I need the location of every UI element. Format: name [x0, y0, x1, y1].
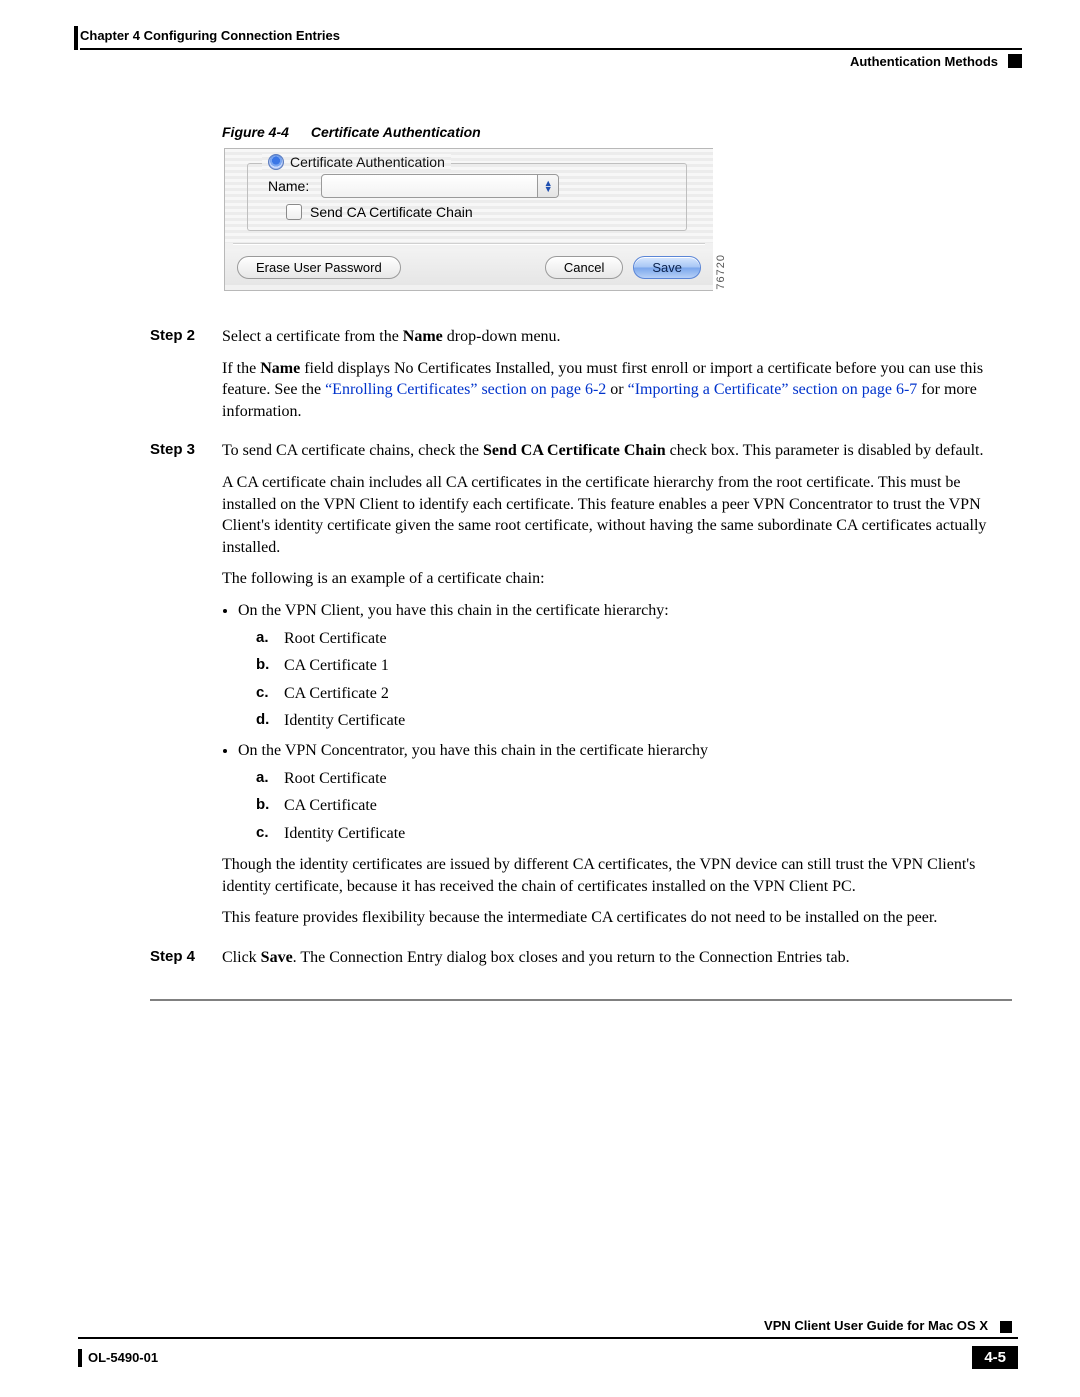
header-square-icon [1008, 54, 1022, 68]
step-3-p2: A CA certificate chain includes all CA c… [222, 472, 1012, 558]
list-item: On the VPN Concentrator, you have this c… [238, 740, 1012, 844]
step-4: Step 4 Click Save. The Connection Entry … [150, 947, 1012, 979]
figure-panel: Certificate Authentication Name: ▲▼ Send… [224, 148, 713, 291]
figure-id: 76720 [715, 254, 727, 290]
name-row: Name: ▲▼ [268, 174, 670, 198]
step-2: Step 2 Select a certificate from the Nam… [150, 326, 1012, 432]
header-chapter: Chapter 4 Configuring Connection Entries [80, 28, 340, 43]
figure-caption: Figure 4-4 Certificate Authentication [222, 124, 481, 140]
list-item: On the VPN Client, you have this chain i… [238, 600, 1012, 732]
step-2-p2: If the Name field displays No Certificat… [222, 358, 1012, 423]
footer-accent-bar [78, 1349, 82, 1367]
chain-checkbox-label: Send CA Certificate Chain [310, 204, 473, 220]
chain-checkbox-row[interactable]: Send CA Certificate Chain [286, 204, 473, 220]
footer-doc-id: OL-5490-01 [88, 1350, 158, 1365]
step-2-p1: Select a certificate from the Name drop-… [222, 326, 1012, 348]
cert-auth-radio-label: Certificate Authentication [290, 154, 445, 170]
step-3-p5: This feature provides flexibility becaus… [222, 907, 1012, 929]
link-importing-certificate[interactable]: “Importing a Certificate” section on pag… [628, 381, 918, 398]
name-dropdown[interactable]: ▲▼ [321, 174, 559, 198]
save-button[interactable]: Save [633, 256, 701, 279]
chain-list: On the VPN Client, you have this chain i… [238, 600, 1012, 844]
step-3-p4: Though the identity certificates are iss… [222, 854, 1012, 897]
step-3: Step 3 To send CA certificate chains, ch… [150, 440, 1012, 939]
header-rule [80, 48, 1022, 50]
step-label: Step 4 [150, 947, 204, 979]
step-label: Step 3 [150, 440, 204, 939]
footer-rule [78, 1337, 1018, 1339]
radio-selected-icon [268, 154, 284, 170]
dropdown-arrows-icon: ▲▼ [537, 175, 558, 197]
step-3-p3: The following is an example of a certifi… [222, 568, 1012, 590]
body: Step 2 Select a certificate from the Nam… [150, 326, 1012, 1001]
step-3-p1: To send CA certificate chains, check the… [222, 440, 1012, 462]
page: Chapter 4 Configuring Connection Entries… [0, 0, 1080, 1397]
figure-label: Figure 4-4 [222, 124, 289, 140]
page-number: 4-5 [972, 1346, 1018, 1369]
figure-title: Certificate Authentication [311, 124, 481, 140]
header-accent-bar [74, 26, 78, 50]
link-enrolling-certificates[interactable]: “Enrolling Certificates” section on page… [325, 381, 606, 398]
end-rule [150, 999, 1012, 1001]
step-label: Step 2 [150, 326, 204, 432]
checkbox-icon [286, 204, 302, 220]
cert-auth-groupbox: Certificate Authentication Name: ▲▼ Send… [247, 163, 687, 231]
name-label: Name: [268, 178, 309, 194]
step-4-p1: Click Save. The Connection Entry dialog … [222, 947, 1012, 969]
cancel-button[interactable]: Cancel [545, 256, 623, 279]
footer-square-icon [1000, 1321, 1012, 1333]
panel-separator [233, 243, 705, 244]
button-row: Erase User Password Cancel Save [225, 249, 713, 285]
erase-password-button[interactable]: Erase User Password [237, 256, 401, 279]
cert-auth-radio-row[interactable]: Certificate Authentication [262, 154, 451, 170]
header-section: Authentication Methods [850, 54, 998, 69]
footer-guide-title: VPN Client User Guide for Mac OS X [764, 1318, 988, 1333]
